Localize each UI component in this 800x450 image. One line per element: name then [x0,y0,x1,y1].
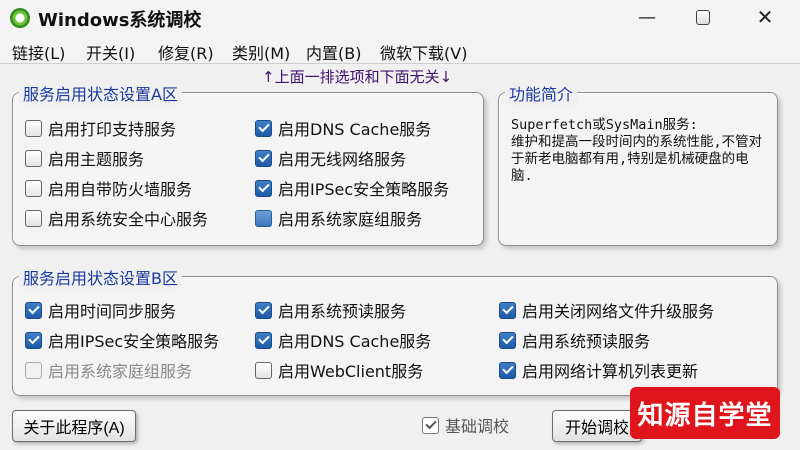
checkbox-icon[interactable] [25,301,42,319]
checkbox-icon[interactable] [25,179,42,197]
menu-category[interactable]: 类别(M) [232,40,290,64]
checkbox-icon[interactable] [25,119,42,137]
checkbox-icon[interactable] [25,209,42,227]
checkbox-label: 基础调校 [445,417,510,436]
checkbox-icon [25,361,42,379]
checkbox-icon[interactable] [255,331,272,349]
checkbox-label: 启用时间同步服务 [48,302,177,321]
checkbox-dns-cache-service[interactable]: 启用DNS Cache服务 [255,117,431,139]
checkbox-icon[interactable] [422,416,439,434]
checkbox-label: 启用自带防火墙服务 [48,180,193,199]
checkbox-label: 启用DNS Cache服务 [278,332,432,351]
checkbox-label: 启用关闭网络文件升级服务 [522,302,715,321]
checkbox-icon[interactable] [255,301,272,319]
checkbox-icon[interactable] [255,179,272,197]
checkbox-theme-service[interactable]: 启用主题服务 [25,147,144,169]
checkbox-prefetch-service[interactable]: 启用系统预读服务 [255,299,406,321]
checkbox-label: 启用无线网络服务 [278,150,407,169]
checkbox-firewall-service[interactable]: 启用自带防火墙服务 [25,177,192,199]
hint-text: ↑上面一排选项和下面无关↓ [262,68,453,86]
info-title: 功能简介 [505,81,578,105]
menu-builtin[interactable]: 内置(B) [306,40,361,64]
checkbox-label: 启用系统预读服务 [278,302,407,321]
checkbox-security-center-service[interactable]: 启用系统安全中心服务 [25,207,208,229]
checkbox-wireless-service[interactable]: 启用无线网络服务 [255,147,406,169]
checkbox-time-sync-service[interactable]: 启用时间同步服务 [25,299,176,321]
service-group-b: 服务启用状态设置B区 启用时间同步服务 启用IPSec安全策略服务 启用系统家庭… [12,265,778,396]
checkbox-label: 启用系统家庭组服务 [48,362,193,381]
watermark-logo: 知源自学堂 [630,387,780,439]
checkbox-icon[interactable] [255,119,272,137]
checkbox-homegroup-service[interactable]: 启用系统家庭组服务 [255,207,422,229]
info-panel: 功能简介 Superfetch或SysMain服务: 维护和提高一段时间内的系统… [498,81,778,246]
checkbox-homegroup-service-b: 启用系统家庭组服务 [25,359,192,381]
close-button[interactable]: ✕ [742,0,788,34]
minimize-button[interactable]: — [624,0,670,34]
checkbox-ipsec-service[interactable]: 启用IPSec安全策略服务 [255,177,449,199]
checkbox-print-service[interactable]: 启用打印支持服务 [25,117,176,139]
checkbox-icon[interactable] [25,331,42,349]
menu-bar: 链接(L) 开关(I) 修复(R) 类别(M) 内置(B) 微软下载(V) [0,36,800,64]
checkbox-label: 启用主题服务 [48,150,145,169]
info-description: Superfetch或SysMain服务: 维护和提高一段时间内的系统性能,不管… [511,117,763,184]
checkbox-label: 启用IPSec安全策略服务 [48,332,220,351]
menu-link[interactable]: 链接(L) [12,40,65,64]
checkbox-icon[interactable] [255,361,272,379]
checkbox-label: 启用系统安全中心服务 [48,210,209,229]
checkbox-prefetch-service-2[interactable]: 启用系统预读服务 [499,329,650,351]
checkbox-icon[interactable] [255,209,272,227]
menu-ms-download[interactable]: 微软下载(V) [380,40,467,64]
checkbox-icon[interactable] [499,331,516,349]
start-tune-button[interactable]: 开始调校 [552,410,642,442]
maximize-icon [696,9,710,25]
checkbox-label: 启用WebClient服务 [278,362,424,381]
checkbox-network-file-upgrade-service[interactable]: 启用关闭网络文件升级服务 [499,299,714,321]
menu-switch[interactable]: 开关(I) [86,40,135,64]
checkbox-dns-cache-service-b[interactable]: 启用DNS Cache服务 [255,329,431,351]
checkbox-label: 启用系统家庭组服务 [278,210,423,229]
checkbox-basic-tune[interactable]: 基础调校 [422,414,509,436]
checkbox-icon[interactable] [499,361,516,379]
about-button[interactable]: 关于此程序(A) [12,410,136,442]
checkbox-computer-list-service[interactable]: 启用网络计算机列表更新 [499,359,698,381]
maximize-button[interactable] [680,0,726,34]
checkbox-label: 启用网络计算机列表更新 [522,362,699,381]
app-icon [10,8,30,28]
checkbox-icon[interactable] [25,149,42,167]
checkbox-label: 启用IPSec安全策略服务 [278,180,450,199]
checkbox-label: 启用DNS Cache服务 [278,120,432,139]
checkbox-icon[interactable] [255,149,272,167]
menu-repair[interactable]: 修复(R) [158,40,214,64]
checkbox-ipsec-service-b[interactable]: 启用IPSec安全策略服务 [25,329,219,351]
title-bar: Windows系统调校 — ✕ [0,0,800,36]
service-group-a: 服务启用状态设置A区 启用打印支持服务 启用主题服务 启用自带防火墙服务 启用系… [12,81,484,246]
checkbox-webclient-service[interactable]: 启用WebClient服务 [255,359,423,381]
group-b-title: 服务启用状态设置B区 [19,265,182,289]
checkbox-label: 启用打印支持服务 [48,120,177,139]
group-a-title: 服务启用状态设置A区 [19,81,182,105]
checkbox-icon[interactable] [499,301,516,319]
window-title: Windows系统调校 [38,10,202,31]
checkbox-label: 启用系统预读服务 [522,332,651,351]
